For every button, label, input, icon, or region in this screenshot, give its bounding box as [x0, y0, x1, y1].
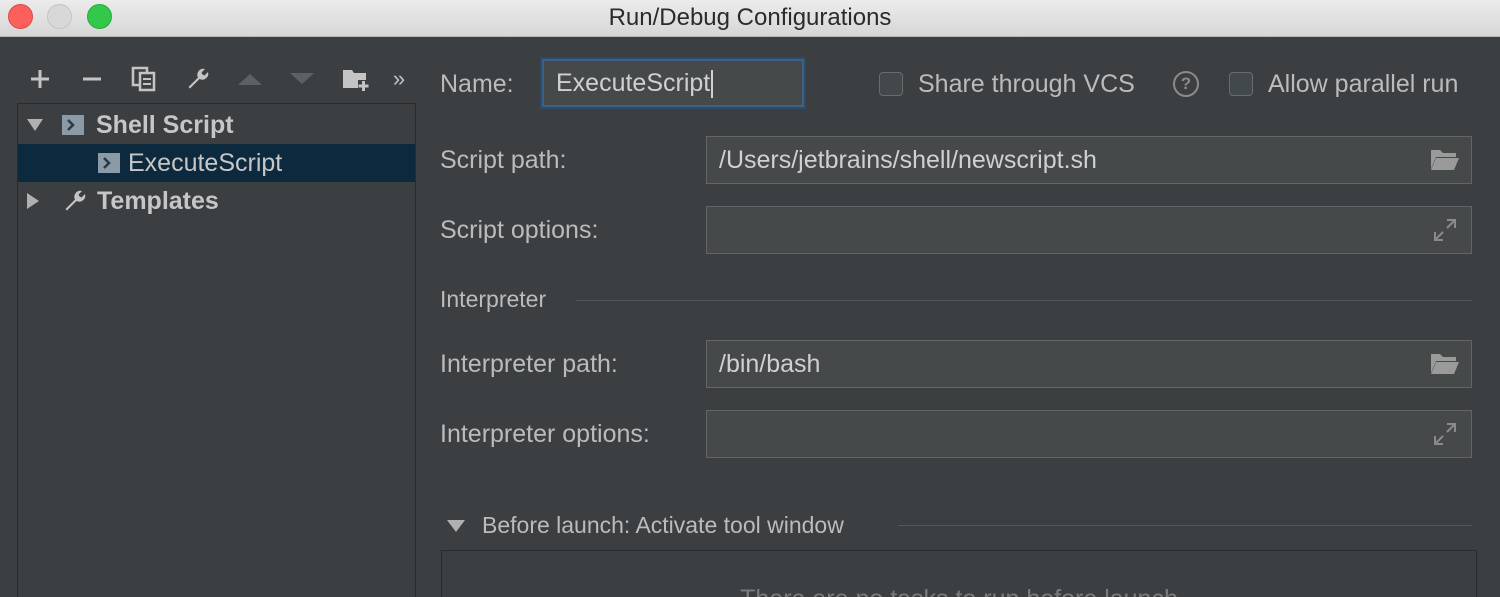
interpreter-options-field[interactable] — [706, 410, 1472, 458]
name-input-value: ExecuteScript — [556, 69, 711, 97]
configurations-toolbar: » — [20, 61, 415, 97]
name-input[interactable]: ExecuteScript — [542, 59, 804, 107]
before-launch-separator — [898, 525, 1472, 526]
configurations-tree: Shell Script ExecuteScript Templates — [17, 103, 416, 597]
allow-parallel-run-checkbox[interactable] — [1229, 72, 1253, 96]
share-through-vcs-label[interactable]: Share through VCS — [918, 70, 1135, 99]
before-launch-empty-text: There are no tasks to run before launch — [442, 585, 1476, 597]
script-path-label: Script path: — [440, 146, 567, 174]
folder-icon — [1431, 354, 1459, 374]
before-launch-title: Before launch: Activate tool window — [482, 512, 844, 538]
tree-item-execute-script[interactable]: ExecuteScript — [18, 144, 415, 182]
run-debug-configurations-window: Run/Debug Configurations » Shell Script … — [0, 0, 1500, 597]
remove-configuration-button[interactable] — [72, 61, 112, 97]
tree-item-shell-script[interactable]: Shell Script — [18, 106, 415, 144]
move-up-icon — [238, 74, 262, 85]
interpreter-path-field[interactable]: /bin/bash — [706, 340, 1472, 388]
add-icon — [31, 70, 49, 88]
tree-item-label: Templates — [97, 187, 219, 215]
more-actions-button[interactable]: » — [384, 61, 414, 97]
copy-icon — [131, 66, 156, 92]
title-bar: Run/Debug Configurations — [0, 0, 1500, 37]
copy-configuration-button[interactable] — [124, 61, 164, 97]
tree-item-label: Shell Script — [96, 111, 234, 139]
script-path-field[interactable]: /Users/jetbrains/shell/newscript.sh — [706, 136, 1472, 184]
interpreter-separator — [576, 300, 1472, 301]
wrench-icon — [65, 190, 86, 211]
tree-item-templates[interactable]: Templates — [18, 182, 415, 220]
wrench-icon — [188, 68, 209, 89]
tree-item-label: ExecuteScript — [128, 149, 283, 177]
name-label: Name: — [440, 70, 514, 98]
remove-icon — [83, 77, 101, 81]
script-path-value: /Users/jetbrains/shell/newscript.sh — [719, 146, 1097, 174]
before-launch-tasks-list[interactable]: There are no tasks to run before launch — [441, 550, 1477, 597]
interpreter-path-label: Interpreter path: — [440, 350, 618, 378]
script-options-field[interactable] — [706, 206, 1472, 254]
more-chevron-icon: » — [392, 66, 406, 91]
shell-script-icon — [62, 115, 84, 135]
script-options-label: Script options: — [440, 216, 599, 244]
interpreter-path-value: /bin/bash — [719, 350, 821, 378]
edit-defaults-button[interactable] — [178, 61, 218, 97]
move-down-button[interactable] — [282, 61, 322, 97]
collapsed-arrow-icon[interactable] — [24, 192, 42, 210]
interpreter-section-title: Interpreter — [440, 286, 547, 312]
add-configuration-button[interactable] — [20, 61, 60, 97]
interpreter-options-label: Interpreter options: — [440, 420, 650, 448]
expand-script-options-button[interactable] — [1429, 217, 1461, 243]
shell-script-icon — [98, 153, 120, 173]
folder-icon — [1431, 150, 1459, 170]
browse-interpreter-button[interactable] — [1429, 351, 1461, 377]
expand-icon — [1434, 423, 1456, 445]
configurations-pane: » Shell Script ExecuteScript Templates — [0, 37, 416, 597]
window-title: Run/Debug Configurations — [608, 4, 892, 31]
expanded-arrow-icon — [447, 520, 465, 532]
folder-add-icon — [343, 70, 369, 91]
create-folder-button[interactable] — [336, 61, 376, 97]
move-up-button[interactable] — [230, 61, 270, 97]
before-launch-toggle[interactable]: Before launch: Activate tool window — [446, 512, 891, 542]
help-icon[interactable]: ? — [1173, 71, 1199, 97]
expanded-arrow-icon[interactable] — [26, 116, 44, 134]
allow-parallel-run-label[interactable]: Allow parallel run — [1268, 70, 1458, 99]
move-down-icon — [290, 73, 314, 84]
browse-script-button[interactable] — [1429, 147, 1461, 173]
text-caret — [711, 70, 714, 99]
expand-interpreter-options-button[interactable] — [1429, 421, 1461, 447]
share-through-vcs-checkbox[interactable] — [879, 72, 903, 96]
expand-icon — [1434, 219, 1456, 241]
